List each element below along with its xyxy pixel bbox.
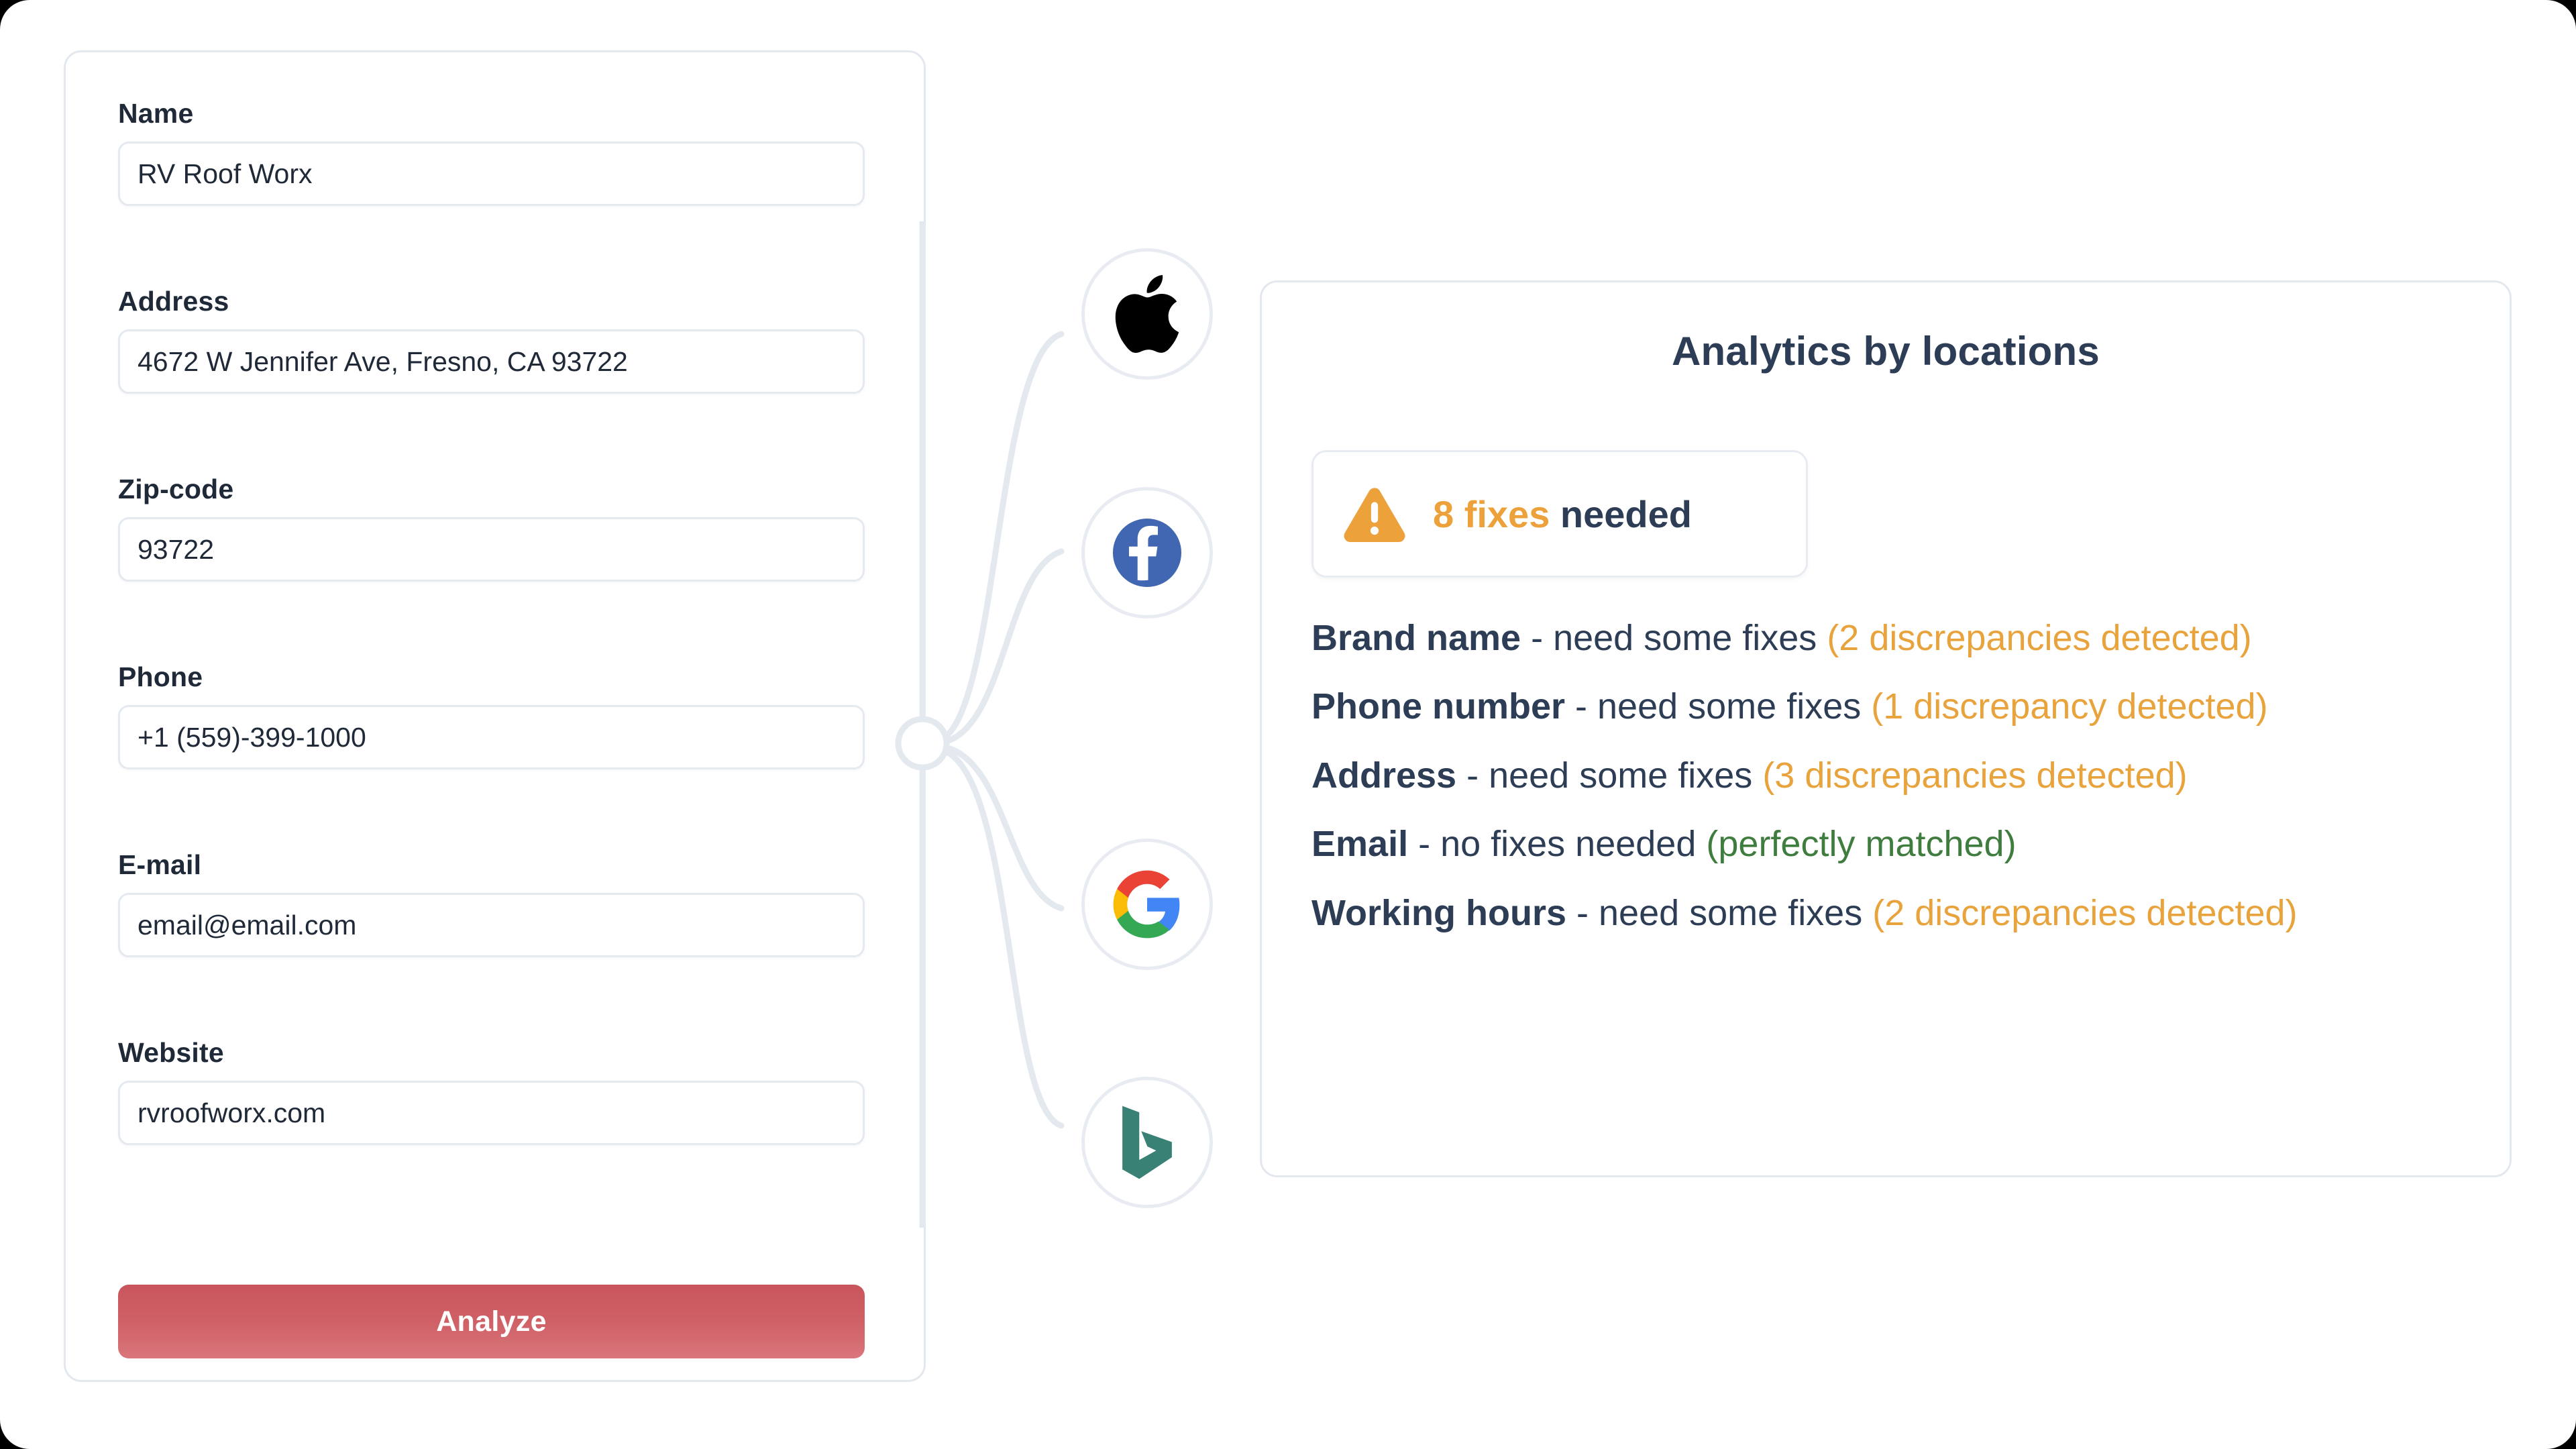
finding-subject: Email	[1311, 824, 1409, 865]
finding-subject: Address	[1311, 755, 1457, 796]
finding-note: (1 discrepancy detected)	[1871, 686, 2268, 727]
finding-verdict: - need some fixes	[1566, 892, 1863, 933]
finding-verdict: - no fixes needed	[1408, 824, 1697, 865]
field-group-zip: Zip-code	[118, 474, 865, 582]
address-label: Address	[118, 286, 229, 317]
phone-label: Phone	[118, 661, 203, 692]
field-group-phone: Phone	[118, 661, 865, 769]
email-label: E-mail	[118, 849, 202, 880]
email-input[interactable]	[118, 893, 865, 957]
finding-verdict: - need some fixes	[1521, 618, 1817, 658]
field-group-address: Address	[118, 286, 865, 394]
finding-verdict: - need some fixes	[1565, 686, 1862, 727]
fixes-suffix: needed	[1550, 492, 1692, 535]
page-title: Analytics by locations	[1672, 329, 2100, 374]
finding-note: (3 discrepancies detected)	[1762, 755, 2188, 796]
field-group-email: E-mail	[118, 849, 865, 957]
finding-note: (2 discrepancies detected)	[1827, 618, 2252, 658]
finding-note: (perfectly matched)	[1706, 824, 2017, 865]
platform-node-bing[interactable]	[1081, 1077, 1213, 1208]
finding-verdict: - need some fixes	[1456, 755, 1753, 796]
zip-code-label: Zip-code	[118, 474, 234, 504]
finding-note: (2 discrepancies detected)	[1872, 892, 2298, 933]
analytics-panel: Analytics by locations 8 fixes needed Br…	[1260, 280, 2512, 1177]
address-input[interactable]	[118, 329, 865, 394]
field-group-name: Name	[118, 98, 865, 206]
findings-list: Brand name - need some fixes (2 discrepa…	[1311, 618, 2465, 933]
apple-icon	[1115, 275, 1179, 353]
website-input[interactable]	[118, 1081, 865, 1145]
finding-row-brand-name: Brand name - need some fixes (2 discrepa…	[1311, 618, 2465, 658]
analyze-button[interactable]: Analyze	[118, 1285, 865, 1358]
bing-icon	[1122, 1106, 1172, 1179]
finding-subject: Phone number	[1311, 686, 1566, 727]
app-canvas: Name Address Zip-code Phone E-mail Websi…	[0, 0, 2576, 1449]
field-group-website: Website	[118, 1037, 865, 1145]
finding-row-working-hours: Working hours - need some fixes (2 discr…	[1311, 893, 2465, 933]
finding-row-phone-number: Phone number - need some fixes (1 discre…	[1311, 686, 2465, 727]
name-input[interactable]	[118, 142, 865, 206]
name-label: Name	[118, 98, 194, 129]
warning-triangle-icon	[1344, 488, 1405, 542]
platform-node-facebook[interactable]	[1081, 487, 1213, 619]
finding-subject: Brand name	[1311, 618, 1521, 658]
platform-node-apple[interactable]	[1081, 248, 1213, 380]
business-info-form-card: Name Address Zip-code Phone E-mail Websi…	[64, 50, 926, 1382]
fixes-count: 8 fixes	[1433, 492, 1550, 535]
finding-row-address: Address - need some fixes (3 discrepanci…	[1311, 755, 2465, 796]
status-badge-text: 8 fixes needed	[1433, 492, 1692, 536]
status-badge: 8 fixes needed	[1311, 450, 1808, 578]
finding-row-email: Email - no fixes needed (perfectly match…	[1311, 824, 2465, 864]
phone-input[interactable]	[118, 705, 865, 769]
finding-subject: Working hours	[1311, 892, 1567, 933]
website-label: Website	[118, 1037, 224, 1068]
zip-code-input[interactable]	[118, 517, 865, 582]
platform-node-google[interactable]	[1081, 839, 1213, 970]
facebook-icon	[1112, 518, 1182, 588]
google-icon	[1113, 870, 1180, 938]
